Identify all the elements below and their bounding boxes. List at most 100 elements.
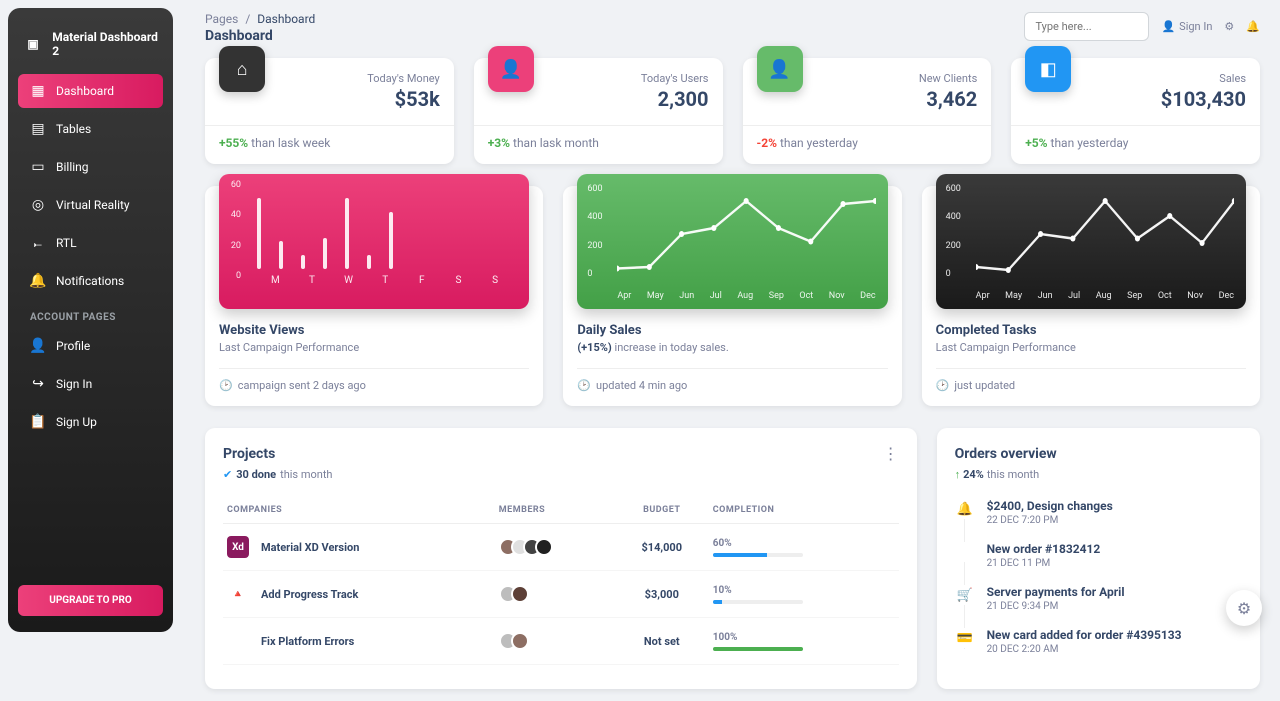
breadcrumb-root[interactable]: Pages <box>205 12 238 26</box>
sidebar-item-tables[interactable]: ▤Tables <box>18 112 163 146</box>
members <box>499 538 611 556</box>
stat-value: 2,300 <box>641 87 709 111</box>
virtual reality-icon: ◎ <box>30 197 46 213</box>
settings-fab[interactable]: ⚙ <box>1226 590 1262 626</box>
arrow-up-icon: ↑ <box>955 468 961 481</box>
bar <box>323 238 327 269</box>
clock-icon: 🕑 <box>577 379 591 392</box>
table-row[interactable]: ⬢Fix Platform ErrorsNot set100% <box>223 618 899 665</box>
sidebar-item-notifications[interactable]: 🔔Notifications <box>18 264 163 298</box>
table-row[interactable]: XdMaterial XD Version$14,00060% <box>223 524 899 571</box>
sidebar-item-profile[interactable]: 👤Profile <box>18 329 163 363</box>
billing-icon: ▭ <box>30 159 46 175</box>
sidebar-item-dashboard[interactable]: ▦Dashboard <box>18 74 163 108</box>
search-input[interactable] <box>1024 12 1149 41</box>
sidebar-item-label: RTL <box>56 236 77 250</box>
sidebar-item-sign-in[interactable]: ↪Sign In <box>18 367 163 401</box>
timeline-item: New order #183241221 DEC 11 PM <box>955 542 1242 569</box>
col-header: COMPLETION <box>709 497 899 524</box>
projects-card: Projects ✔ 30 done this month ⋮ COMPANIE… <box>205 428 917 689</box>
sidebar-item-billing[interactable]: ▭ Billing <box>18 150 163 184</box>
timeline-date: 21 DEC 9:34 PM <box>987 601 1125 612</box>
signin-link[interactable]: 👤Sign In <box>1161 20 1212 33</box>
chart-footer: updated 4 min ago <box>596 379 687 392</box>
company-name: Material XD Version <box>261 541 359 554</box>
stat-icon: 👤 <box>488 46 534 92</box>
timeline-title: $2400, Design changes <box>987 499 1113 513</box>
stat-card: 👤New Clients3,462-2% than yesterday <box>743 58 992 164</box>
members <box>499 585 611 603</box>
stat-change: -2% <box>757 136 777 150</box>
timeline-icon: 🛒 <box>955 585 975 605</box>
chart-card-tasks: 6004002000 AprMayJunJulAugSepOctNovDec C… <box>922 186 1260 406</box>
completion-pct: 60% <box>713 538 803 549</box>
stat-icon: ⌂ <box>219 46 265 92</box>
orders-card: Orders overview ↑ 24% this month 🔔$2400,… <box>937 428 1260 689</box>
sidebar-item-rtl[interactable]: 𐎚 RTL <box>18 226 163 260</box>
upgrade-button[interactable]: UPGRADE TO PRO <box>18 585 163 616</box>
breadcrumb: Pages / Dashboard <box>205 12 315 26</box>
sidebar-item-label: Tables <box>56 122 91 136</box>
page-title: Dashboard <box>205 28 315 44</box>
clock-icon: 🕑 <box>936 379 950 392</box>
sidebar-item-sign-up[interactable]: 📋Sign Up <box>18 405 163 439</box>
check-icon: ✔ <box>223 468 232 481</box>
sidebar-item-label: Notifications <box>56 274 124 288</box>
stat-card: ⌂Today's Money$53k+55% than lask week <box>205 58 454 164</box>
sidebar-item-label: Profile <box>56 339 90 353</box>
budget: Not set <box>615 618 709 665</box>
company-icon: 🔺 <box>227 583 249 605</box>
company-name: Add Progress Track <box>261 588 358 601</box>
chart-title: Website Views <box>219 323 529 338</box>
breadcrumb-current: Dashboard <box>257 12 315 26</box>
stat-label: Sales <box>1161 72 1246 85</box>
table-row[interactable]: 🔺Add Progress Track$3,00010% <box>223 571 899 618</box>
sidebar: ▣ Material Dashboard 2 ▦Dashboard ▤Tables… <box>8 8 173 632</box>
rtl-icon: 𐎚 <box>30 235 46 251</box>
timeline-icon: 💳 <box>955 628 975 648</box>
chart-footer: just updated <box>954 379 1015 392</box>
timeline-date: 22 DEC 7:20 PM <box>987 515 1113 526</box>
stat-label: Today's Users <box>641 72 709 85</box>
col-header: COMPANIES <box>223 497 495 524</box>
members <box>499 632 611 650</box>
line-chart-sales: 6004002000 AprMayJunJulAugSepOctNovDec <box>577 174 887 309</box>
company-name: Fix Platform Errors <box>261 635 354 648</box>
brand-title: Material Dashboard 2 <box>52 30 159 58</box>
stat-change: +55% <box>219 136 248 150</box>
sidebar-item-label: Billing <box>56 160 89 174</box>
sidebar-item-label: Sign Up <box>56 415 97 429</box>
timeline-item: 🛒 Server payments for April 21 DEC 9:34 PM <box>955 585 1242 612</box>
bar <box>389 212 393 269</box>
sidebar-item-label: Dashboard <box>56 84 114 98</box>
chart-subtitle: Last Campaign Performance <box>936 341 1246 354</box>
chart-card-views: 6040200 MTWTFSS Website Views Last Campa… <box>205 186 543 406</box>
timeline-title: Server payments for April <box>987 585 1125 599</box>
timeline-date: 20 DEC 2:20 AM <box>987 644 1182 655</box>
timeline-item: 🔔$2400, Design changes22 DEC 7:20 PM <box>955 499 1242 526</box>
bell-icon[interactable]: 🔔 <box>1246 20 1260 33</box>
projects-subtitle: ✔ 30 done this month <box>223 468 332 481</box>
stat-card: ◧Sales$103,430+5% than yesterday <box>1011 58 1260 164</box>
stat-change: +5% <box>1025 136 1047 150</box>
budget: $3,000 <box>615 571 709 618</box>
bar <box>257 198 261 269</box>
bar <box>345 198 349 269</box>
bar <box>367 255 371 269</box>
stat-change: +3% <box>488 136 510 150</box>
logo-icon: ▣ <box>22 32 44 56</box>
col-header: MEMBERS <box>495 497 615 524</box>
chart-footer: campaign sent 2 days ago <box>238 379 366 392</box>
sidebar-item-virtual-reality[interactable]: ◎Virtual Reality <box>18 188 163 222</box>
sidebar-section-label: ACCOUNT PAGES <box>18 302 163 329</box>
orders-title: Orders overview <box>955 446 1242 462</box>
settings-icon[interactable]: ⚙ <box>1224 20 1234 33</box>
timeline-icon <box>955 542 975 562</box>
orders-subtitle: ↑ 24% this month <box>955 468 1242 481</box>
chart-title: Daily Sales <box>577 323 887 338</box>
more-icon[interactable]: ⋮ <box>883 446 899 462</box>
chart-subtitle: (+15%) increase in today sales. <box>577 341 887 354</box>
user-icon: 👤 <box>1161 20 1175 33</box>
completion-pct: 100% <box>713 632 803 643</box>
bar-chart: 6040200 MTWTFSS <box>219 174 529 309</box>
